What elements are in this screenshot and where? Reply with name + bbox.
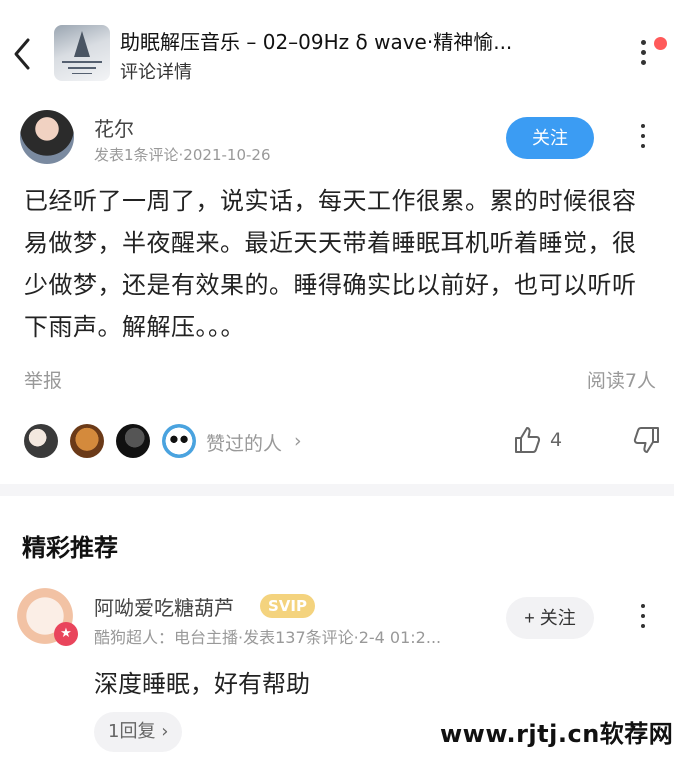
reply-count-label: 1回复 bbox=[108, 721, 156, 742]
watermark: www.rjtj.cn软荐网 bbox=[440, 720, 674, 748]
likers-link[interactable]: 赞过的人 bbox=[206, 429, 282, 456]
chevron-right-icon: › bbox=[294, 430, 302, 452]
thumbs-down-icon[interactable] bbox=[630, 424, 662, 456]
comment-more-icon[interactable] bbox=[636, 124, 650, 154]
liker-avatar[interactable] bbox=[70, 424, 104, 458]
follow-button[interactable]: + 关注 bbox=[506, 597, 594, 639]
recommend-more-icon[interactable] bbox=[636, 604, 650, 634]
liker-avatar[interactable] bbox=[24, 424, 58, 458]
star-badge-icon: ★ bbox=[54, 622, 78, 646]
notification-dot bbox=[654, 37, 667, 50]
song-title: 助眠解压音乐 – 02–09Hz δ wave·精神愉... bbox=[120, 30, 513, 54]
liker-avatar[interactable] bbox=[162, 424, 196, 458]
comment-meta: 发表1条评论·2021-10-26 bbox=[94, 146, 271, 164]
comment-body: 已经听了一周了，说实话，每天工作很累。累的时候很容易做梦，半夜醒来。最近天天带着… bbox=[24, 187, 637, 341]
recommend-comment-body: 深度睡眠，好有帮助 bbox=[94, 670, 310, 698]
report-link[interactable]: 举报 bbox=[24, 366, 62, 393]
svip-badge: SVIP bbox=[260, 594, 315, 618]
follow-button[interactable]: 关注 bbox=[506, 117, 594, 159]
top-bar: 助眠解压音乐 – 02–09Hz δ wave·精神愉... 评论详情 bbox=[0, 0, 674, 96]
chevron-right-icon: › bbox=[161, 721, 169, 742]
section-divider bbox=[0, 484, 674, 496]
recommend-author-name[interactable]: 阿呦爱吃糖葫芦 bbox=[94, 592, 234, 621]
recommend-meta: 酷狗超人：电台主播·发表137条评论·2-4 01:2... bbox=[94, 628, 442, 647]
reply-count-button[interactable]: 1回复 › bbox=[94, 712, 183, 752]
thumbs-up-icon[interactable] bbox=[512, 424, 544, 456]
section-title: 精彩推荐 bbox=[22, 534, 118, 562]
more-options-icon[interactable] bbox=[636, 40, 650, 70]
album-cover bbox=[54, 25, 110, 81]
like-count: 4 bbox=[550, 429, 563, 451]
liker-avatar[interactable] bbox=[116, 424, 150, 458]
read-count: 阅读7人 bbox=[586, 370, 656, 392]
avatar[interactable] bbox=[20, 110, 74, 164]
page-title: 评论详情 bbox=[120, 62, 192, 83]
comment-author-name[interactable]: 花尔 bbox=[94, 113, 134, 142]
back-arrow-icon[interactable] bbox=[8, 34, 36, 74]
